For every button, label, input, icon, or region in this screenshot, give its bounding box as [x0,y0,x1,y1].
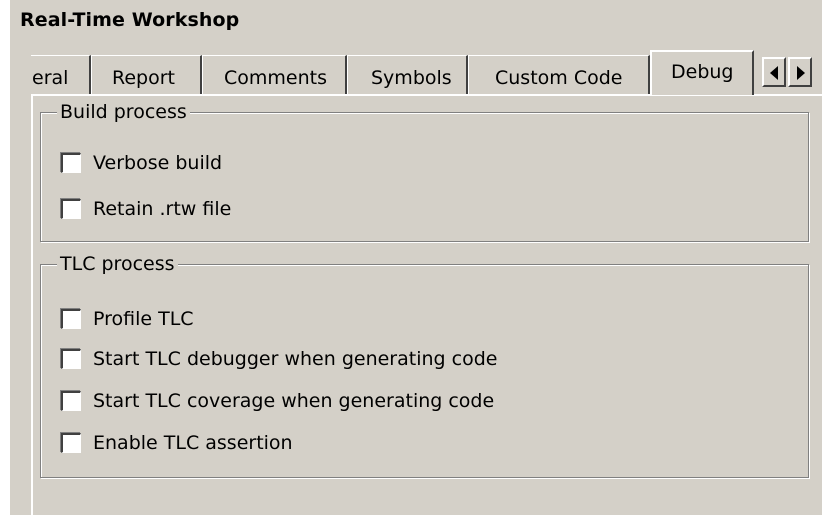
tab-custom-code[interactable]: Custom Code [468,55,650,95]
tab-comments-label: Comments [224,67,327,89]
tab-debug-label: Debug [671,61,734,83]
start-tlc-coverage-checkbox-row[interactable]: Start TLC coverage when generating code [61,389,494,413]
retain-rtw-label: Retain .rtw file [93,198,232,220]
tlc-process-label: TLC process [57,252,178,276]
tab-report[interactable]: Report [91,55,202,95]
verbose-build-label: Verbose build [93,152,223,174]
tab-report-label: Report [112,67,175,89]
profile-tlc-checkbox[interactable] [61,309,81,329]
enable-tlc-assertion-checkbox[interactable] [61,433,81,453]
start-tlc-coverage-label: Start TLC coverage when generating code [93,390,495,412]
tab-strip: eral Report Comments Symbols Custom Code… [31,48,822,95]
build-process-label: Build process [57,100,190,124]
build-process-group: Build process Verbose build Retain .rtw … [40,100,809,242]
profile-tlc-label: Profile TLC [93,308,194,330]
retain-rtw-checkbox-row[interactable]: Retain .rtw file [61,197,231,221]
arrow-left-icon [770,66,778,80]
tab-general[interactable]: eral [31,55,91,95]
start-tlc-debugger-checkbox-row[interactable]: Start TLC debugger when generating code [61,347,497,371]
verbose-build-checkbox-row[interactable]: Verbose build [61,151,222,175]
enable-tlc-assertion-checkbox-row[interactable]: Enable TLC assertion [61,431,293,455]
start-tlc-debugger-checkbox[interactable] [61,349,81,369]
tab-comments[interactable]: Comments [202,55,347,95]
verbose-build-checkbox[interactable] [61,153,81,173]
start-tlc-debugger-label: Start TLC debugger when generating code [93,348,498,370]
profile-tlc-checkbox-row[interactable]: Profile TLC [61,307,194,331]
arrow-right-icon [797,66,805,80]
tab-symbols-label: Symbols [371,67,452,89]
tab-general-label: eral [32,67,69,89]
enable-tlc-assertion-label: Enable TLC assertion [93,432,293,454]
tab-symbols[interactable]: Symbols [347,55,468,95]
panel-title: Real-Time Workshop [20,9,240,31]
retain-rtw-checkbox[interactable] [61,199,81,219]
debug-tab-content: Build process Verbose build Retain .rtw … [31,94,822,515]
start-tlc-coverage-checkbox[interactable] [61,391,81,411]
tlc-process-group: TLC process Profile TLC Start TLC debugg… [40,252,809,478]
tab-scroll-right-button[interactable] [788,57,812,87]
tab-scroll-left-button[interactable] [762,57,786,87]
tab-custom-code-label: Custom Code [495,67,623,89]
tab-debug[interactable]: Debug [650,50,754,95]
